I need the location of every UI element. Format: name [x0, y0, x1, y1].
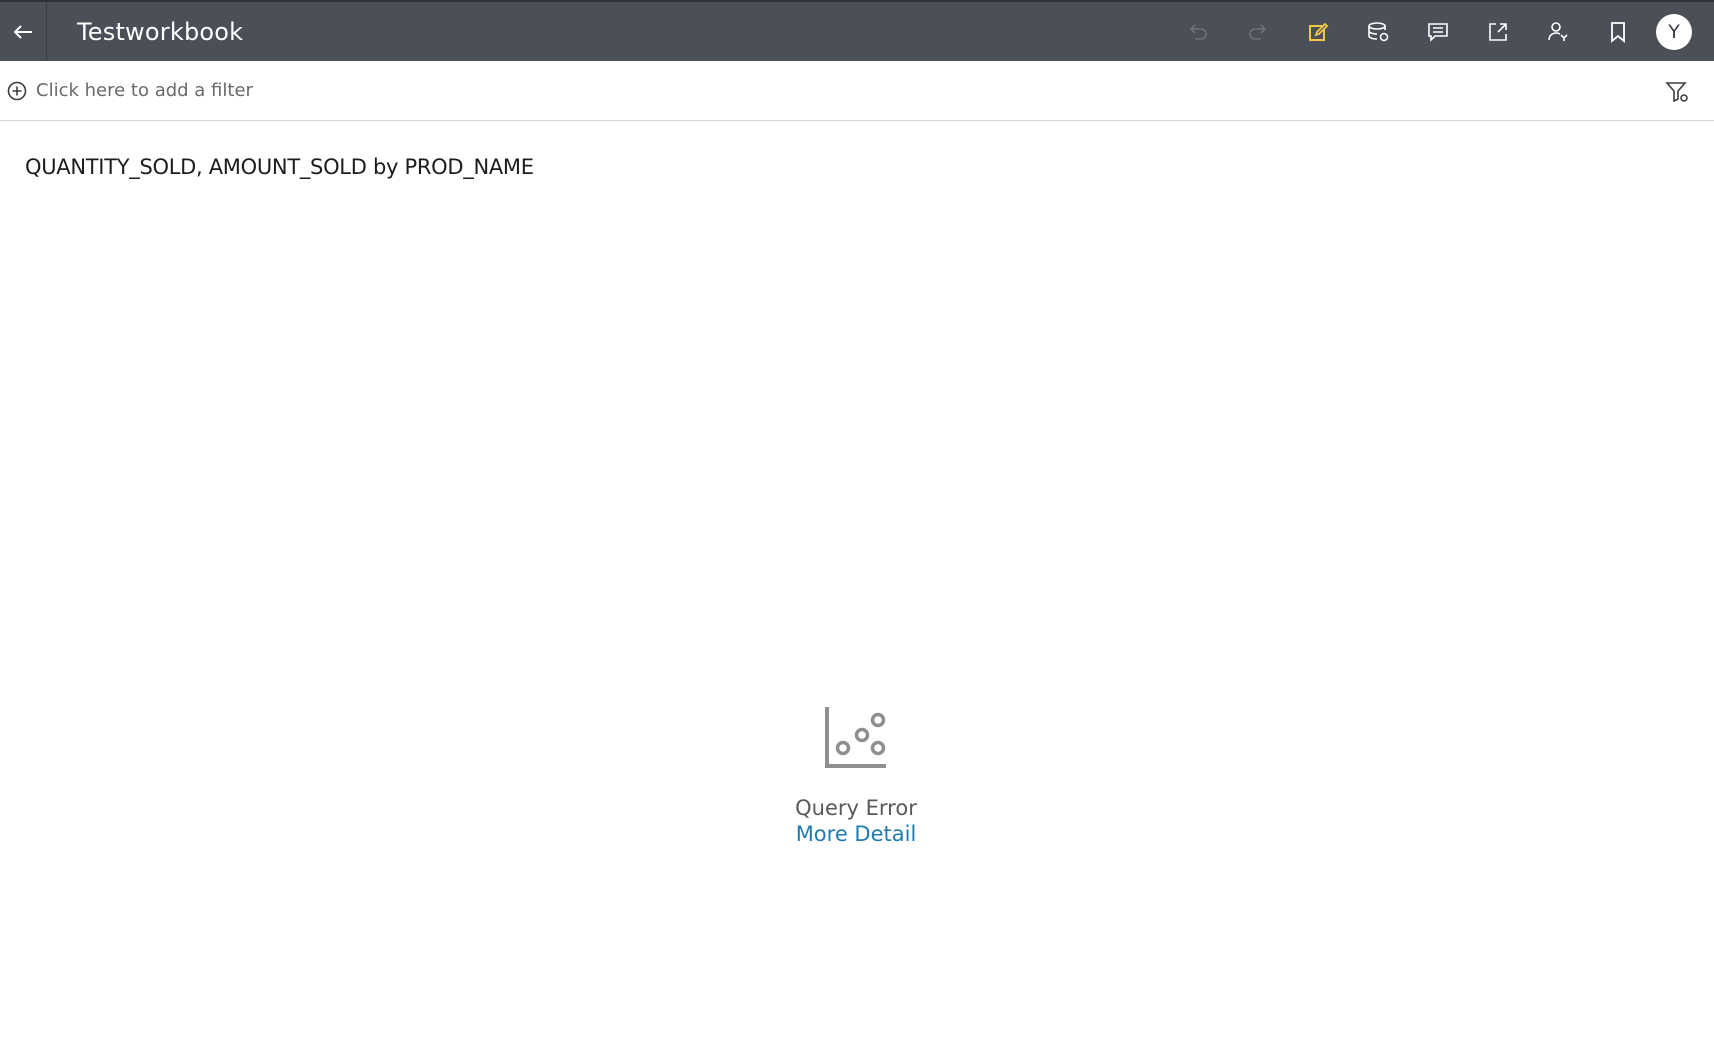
- scatter-chart-icon: [825, 707, 886, 768]
- filter-settings-icon[interactable]: [1664, 79, 1690, 105]
- comment-icon: [1428, 22, 1448, 42]
- edit-button[interactable]: [1288, 2, 1348, 61]
- back-arrow-icon: [13, 24, 32, 39]
- share-user-icon: [1548, 21, 1568, 41]
- redo-button[interactable]: [1228, 2, 1288, 61]
- workbook-title: Testworkbook: [77, 17, 244, 46]
- toolbar-actions: Y: [1168, 2, 1714, 61]
- add-filter-button[interactable]: Click here to add a filter: [0, 80, 253, 102]
- visualization-title: QUANTITY_SOLD, AMOUNT_SOLD by PROD_NAME: [25, 155, 534, 179]
- bookmark-icon: [1611, 21, 1625, 43]
- add-filter-label: Click here to add a filter: [36, 80, 253, 101]
- edit-icon: [1309, 22, 1329, 41]
- redo-icon: [1249, 23, 1267, 40]
- export-button[interactable]: [1468, 2, 1528, 61]
- filter-bar: Click here to add a filter: [0, 61, 1714, 121]
- export-icon: [1489, 22, 1507, 41]
- comment-button[interactable]: [1408, 2, 1468, 61]
- query-error-state: Query Error More Detail: [756, 704, 956, 846]
- undo-button[interactable]: [1168, 2, 1228, 61]
- bookmark-button[interactable]: [1588, 2, 1648, 61]
- data-refresh-button[interactable]: [1348, 2, 1408, 61]
- user-menu: Y: [1648, 2, 1714, 61]
- query-error-text: Query Error: [795, 796, 917, 820]
- add-circle-icon: [7, 81, 27, 100]
- top-toolbar: Testworkbook Y: [0, 0, 1714, 61]
- back-button[interactable]: [0, 2, 47, 61]
- data-refresh-icon: [1368, 21, 1389, 41]
- avatar[interactable]: Y: [1656, 13, 1692, 50]
- more-detail-link[interactable]: More Detail: [796, 822, 917, 846]
- undo-icon: [1189, 23, 1207, 40]
- share-user-button[interactable]: [1528, 2, 1588, 61]
